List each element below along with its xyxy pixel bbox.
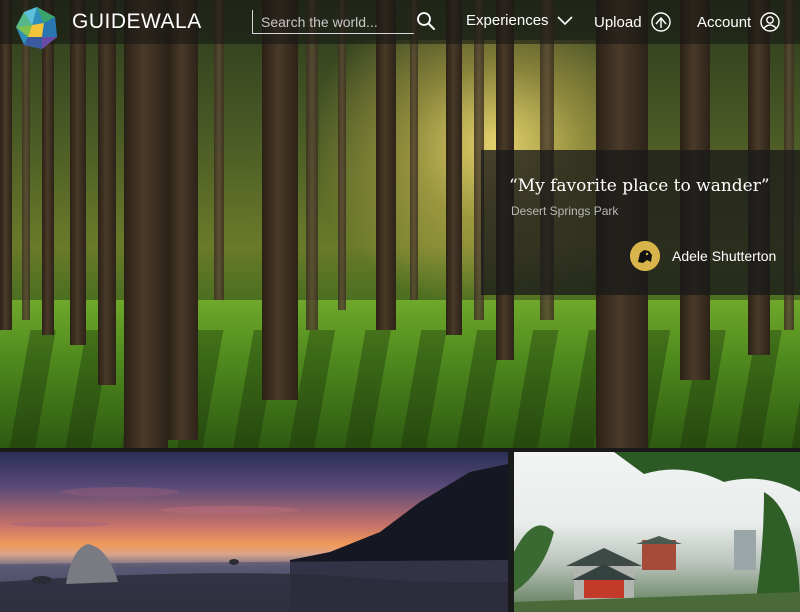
tree-trunk	[410, 0, 418, 300]
user-icon	[759, 12, 781, 32]
nav-upload[interactable]: Upload	[594, 12, 672, 32]
nav-experiences-label: Experiences	[466, 12, 549, 29]
nav-upload-label: Upload	[594, 13, 642, 31]
avatar[interactable]	[630, 241, 660, 271]
tree-trunk	[168, 0, 198, 440]
tree-trunk	[446, 0, 462, 335]
tree-trunk	[98, 0, 116, 385]
featured-quote: “My favorite place to wander”	[509, 176, 770, 196]
search-icon[interactable]	[416, 11, 436, 31]
search-box	[252, 10, 414, 34]
tree-trunk	[0, 0, 12, 330]
upload-cloud-icon	[650, 12, 672, 32]
tree-trunk	[262, 0, 298, 400]
chevron-down-icon	[556, 15, 573, 26]
tree-trunk	[306, 0, 318, 330]
nav-account-label: Account	[697, 13, 752, 31]
author-name[interactable]: Adele Shutterton	[672, 248, 776, 264]
featured-place[interactable]: Desert Springs Park	[511, 204, 618, 218]
search-input[interactable]	[261, 12, 409, 32]
brand-name[interactable]: GUIDEWALA	[72, 10, 202, 34]
nav-account[interactable]: Account	[697, 12, 781, 32]
nav-experiences[interactable]: Experiences	[466, 12, 573, 29]
geodesic-globe-icon[interactable]	[14, 5, 60, 51]
photo-tile-beach-sunset[interactable]	[0, 452, 508, 612]
featured-quote-card[interactable]: “My favorite place to wander” Desert Spr…	[481, 150, 800, 295]
top-navbar: GUIDEWALA Experiences Upload Account	[0, 0, 800, 49]
tree-trunk	[124, 0, 168, 448]
tree-trunk	[214, 0, 224, 300]
tree-trunk	[338, 0, 346, 310]
tree-trunk	[376, 0, 396, 330]
tree-trunk	[70, 0, 86, 345]
photo-tile-temple-city[interactable]	[514, 452, 800, 612]
